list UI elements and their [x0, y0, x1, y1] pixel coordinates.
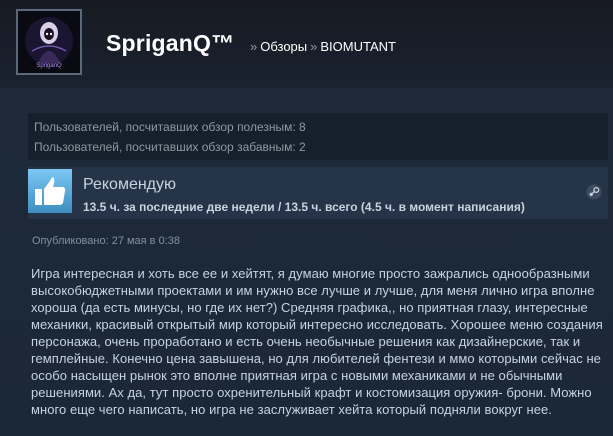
review-line: хороша (да есть минусы, но где их нет?) … [31, 300, 588, 315]
funny-votes-text: Пользователей, посчитавших обзор забавны… [34, 140, 306, 154]
vote-summary: Пользователей, посчитавших обзор полезны… [28, 113, 608, 160]
breadcrumb: » Обзоры» BIOMUTANT [247, 39, 396, 54]
steam-icon[interactable] [586, 184, 602, 200]
recommendation-box: Рекомендую 13.5 ч. за последние две неде… [28, 167, 608, 219]
review-line: персонажа, очень проработано и есть очен… [31, 334, 581, 349]
breadcrumb-reviews-link[interactable]: Обзоры [260, 39, 307, 54]
avatar-signature: SpriganQ [36, 63, 62, 69]
review-line: Игра интересная и хоть все ее и хейтят, … [31, 266, 590, 281]
review-line: решениями. Ах да, тут просто охренительн… [31, 385, 592, 400]
review-line: высокобюджетными проектами и им нужно вс… [31, 283, 595, 298]
avatar[interactable]: SpriganQ [16, 9, 82, 75]
breadcrumb-separator: » [310, 39, 318, 54]
review-line: много еще чего написать, но игра не засл… [31, 402, 552, 417]
playtime-text: 13.5 ч. за последние две недели / 13.5 ч… [83, 200, 525, 214]
profile-username[interactable]: SpriganQ™ [106, 30, 234, 57]
avatar-image: SpriganQ [18, 11, 80, 73]
review-line: механики, красивый открытый мир который … [31, 317, 603, 332]
review-text: Игра интересная и хоть все ее и хейтят, … [31, 265, 609, 418]
review-line: особо насыщен рынок это вполне приятная … [31, 368, 563, 383]
breadcrumb-game-link[interactable]: BIOMUTANT [320, 39, 396, 54]
thumbs-up-icon [28, 169, 72, 213]
breadcrumb-separator: » [250, 39, 258, 54]
review-line: гемплейные. Конечно цена завышена, но дл… [31, 351, 601, 366]
helpful-votes-text: Пользователей, посчитавших обзор полезны… [34, 120, 306, 134]
profile-header: SpriganQ SpriganQ™ » Обзоры» BIOMUTANT [0, 0, 613, 88]
recommendation-title: Рекомендую [83, 176, 177, 193]
posted-date: Опубликовано: 27 мая в 0:38 [32, 235, 180, 247]
